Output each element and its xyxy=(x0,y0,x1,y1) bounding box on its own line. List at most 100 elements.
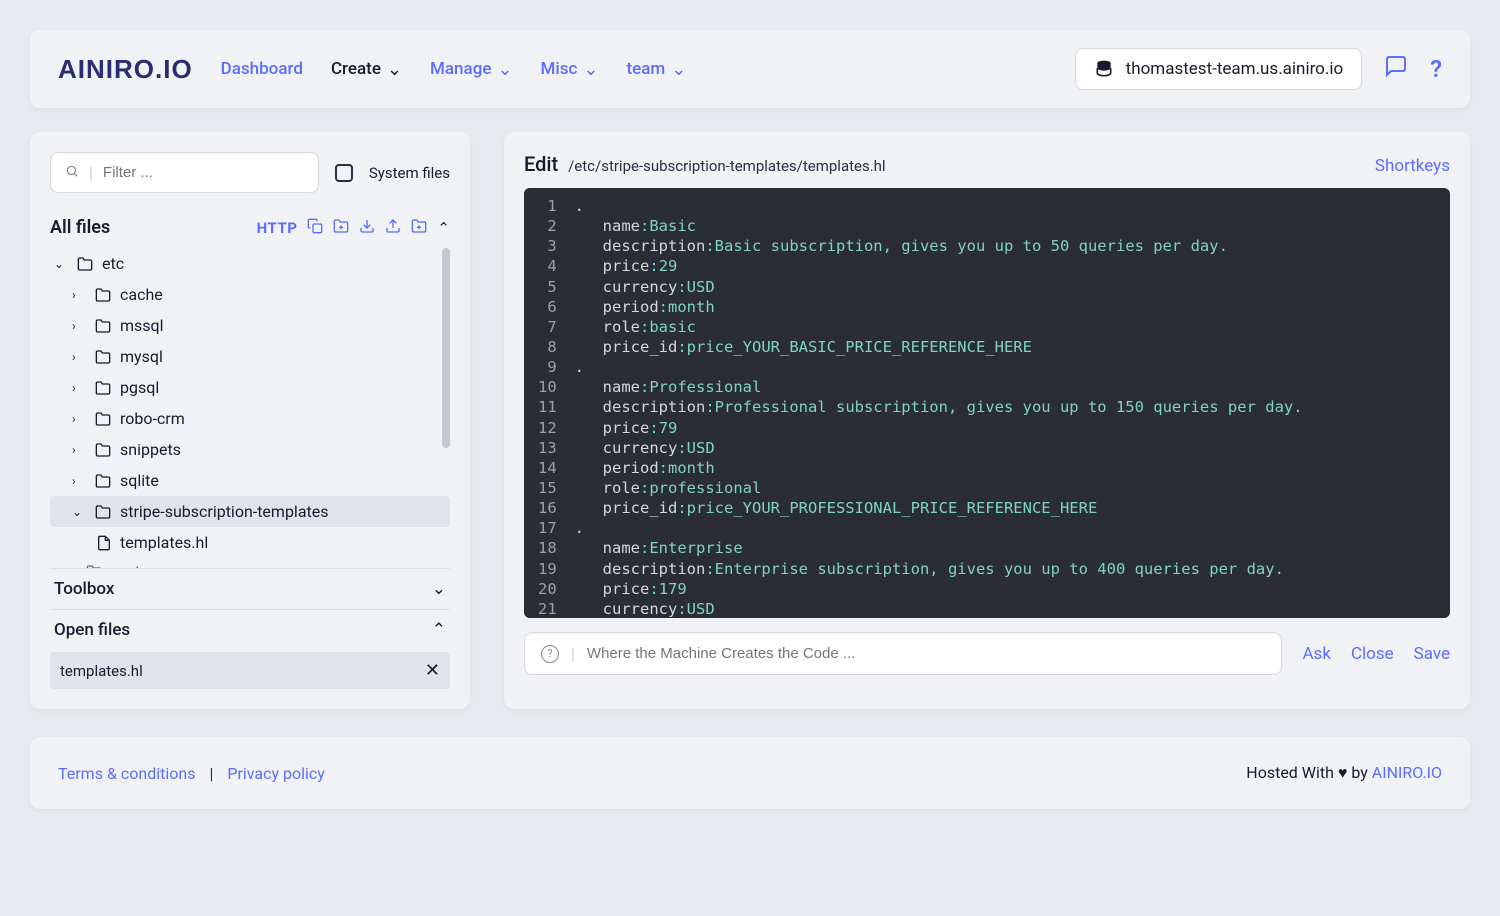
tree-folder-system-truncated[interactable]: › system xyxy=(50,558,450,568)
top-nav: Dashboard Create Manage Misc team xyxy=(221,59,1047,79)
folder-icon xyxy=(94,318,112,334)
tree-scrollbar[interactable] xyxy=(442,248,450,448)
nav-misc-label: Misc xyxy=(541,59,578,79)
nav-team[interactable]: team xyxy=(626,59,686,79)
nav-manage[interactable]: Manage xyxy=(430,59,513,79)
nav-misc[interactable]: Misc xyxy=(541,59,599,79)
filter-input-wrap[interactable]: | xyxy=(50,152,319,193)
new-folder-icon[interactable] xyxy=(333,218,349,238)
chevron-right-icon: › xyxy=(72,562,77,568)
toolbox-section[interactable]: Toolbox ⌄ xyxy=(50,568,450,609)
nav-create-label: Create xyxy=(331,59,381,79)
code-editor[interactable]: 1 2 3 4 5 6 7 8 9 10 11 12 13 14 15 16 1… xyxy=(524,188,1450,618)
chevron-right-icon: › xyxy=(72,350,86,364)
prompt-input[interactable] xyxy=(587,645,1266,662)
filter-row: | System files xyxy=(50,152,450,193)
tree-label: system xyxy=(111,562,163,568)
tree-label: cache xyxy=(120,285,163,304)
open-files-label: Open files xyxy=(54,620,130,640)
prompt-divider: | xyxy=(571,644,575,663)
folder-icon xyxy=(94,380,112,396)
tree-folder-pgsql[interactable]: › pgsql xyxy=(50,372,450,403)
footer: Terms & conditions | Privacy policy Host… xyxy=(30,737,1470,809)
header-right: thomastest-team.us.ainiro.io ? xyxy=(1075,48,1442,90)
tree-folder-mssql[interactable]: › mssql xyxy=(50,310,450,341)
open-file-item[interactable]: templates.hl ✕ xyxy=(50,652,450,689)
folder-icon xyxy=(94,473,112,489)
toolbox-label: Toolbox xyxy=(54,579,114,599)
chevron-right-icon: › xyxy=(72,412,86,426)
files-header: All files HTTP ⌃ xyxy=(50,211,450,248)
upload-icon[interactable] xyxy=(385,218,401,238)
ask-button[interactable]: Ask xyxy=(1302,644,1330,664)
tree-folder-robo-crm[interactable]: › robo-crm xyxy=(50,403,450,434)
chat-icon[interactable] xyxy=(1384,54,1408,84)
files-actions: HTTP ⌃ xyxy=(257,218,450,238)
tree-label: etc xyxy=(102,254,124,273)
open-file-name: templates.hl xyxy=(60,662,143,680)
prompt-input-wrap[interactable]: ? | xyxy=(524,632,1282,675)
header-bar: AINIRO.IO Dashboard Create Manage Misc t… xyxy=(30,30,1470,108)
system-files-checkbox[interactable] xyxy=(335,164,353,182)
heart-icon: ♥ xyxy=(1338,763,1348,782)
tree-folder-stripe-templates[interactable]: ⌄ stripe-subscription-templates xyxy=(50,496,450,527)
filter-input[interactable] xyxy=(103,164,304,181)
chevron-right-icon: › xyxy=(72,288,86,302)
filter-divider: | xyxy=(89,163,93,182)
new-file-icon[interactable] xyxy=(411,218,427,238)
hosted-prefix: Hosted With xyxy=(1246,763,1338,782)
tree-label: stripe-subscription-templates xyxy=(120,502,329,521)
close-icon[interactable]: ✕ xyxy=(425,660,440,681)
line-gutter: 1 2 3 4 5 6 7 8 9 10 11 12 13 14 15 16 1… xyxy=(524,188,565,618)
search-icon xyxy=(65,164,79,182)
folder-icon xyxy=(94,442,112,458)
copy-icon[interactable] xyxy=(307,218,323,238)
terms-link[interactable]: Terms & conditions xyxy=(58,764,195,783)
folder-icon xyxy=(94,287,112,303)
editor-panel: Edit /etc/stripe-subscription-templates/… xyxy=(504,132,1470,709)
tree-label: robo-crm xyxy=(120,409,185,428)
tree-label: sqlite xyxy=(120,471,159,490)
help-circle-icon: ? xyxy=(541,645,559,663)
chevron-down-icon: ⌄ xyxy=(72,505,86,519)
tree-folder-mysql[interactable]: › mysql xyxy=(50,341,450,372)
chevron-right-icon: › xyxy=(72,381,86,395)
folder-icon xyxy=(85,564,103,569)
chevron-down-icon: ⌄ xyxy=(54,257,68,271)
nav-dashboard[interactable]: Dashboard xyxy=(221,59,303,79)
tree-folder-cache[interactable]: › cache xyxy=(50,279,450,310)
footer-brand[interactable]: AINIRO.IO xyxy=(1372,763,1442,782)
open-files-section[interactable]: Open files ⌃ xyxy=(50,609,450,650)
privacy-link[interactable]: Privacy policy xyxy=(227,764,325,783)
footer-links: Terms & conditions | Privacy policy xyxy=(58,764,325,783)
file-tree: ⌄ etc › cache › mssql › mysql › xyxy=(50,248,450,568)
edit-label: Edit xyxy=(524,152,558,176)
team-host-box[interactable]: thomastest-team.us.ainiro.io xyxy=(1075,48,1363,90)
tree-folder-etc[interactable]: ⌄ etc xyxy=(50,248,450,279)
shortkeys-link[interactable]: Shortkeys xyxy=(1375,156,1450,176)
code-content[interactable]: . name:Basic description:Basic subscript… xyxy=(565,188,1450,618)
help-icon[interactable]: ? xyxy=(1430,55,1442,83)
save-button[interactable]: Save xyxy=(1414,644,1450,664)
tree-folder-sqlite[interactable]: › sqlite xyxy=(50,465,450,496)
download-icon[interactable] xyxy=(359,218,375,238)
chevron-right-icon: › xyxy=(72,319,86,333)
database-icon xyxy=(1094,59,1114,79)
hosted-by: by xyxy=(1347,763,1371,782)
tree-file-templates-hl[interactable]: templates.hl xyxy=(50,527,450,558)
tree-folder-snippets[interactable]: › snippets xyxy=(50,434,450,465)
chevron-right-icon: › xyxy=(72,443,86,457)
editor-header: Edit /etc/stripe-subscription-templates/… xyxy=(524,152,1450,176)
http-badge-icon[interactable]: HTTP xyxy=(257,219,298,237)
main-area: | System files All files HTTP ⌃ ⌄ xyxy=(30,132,1470,709)
team-host-label: thomastest-team.us.ainiro.io xyxy=(1126,59,1344,79)
footer-credit: Hosted With ♥ by AINIRO.IO xyxy=(1246,763,1442,783)
close-button[interactable]: Close xyxy=(1351,644,1394,664)
logo: AINIRO.IO xyxy=(58,54,193,85)
footer-separator: | xyxy=(209,764,213,783)
collapse-all-icon[interactable]: ⌃ xyxy=(437,219,450,237)
chevron-right-icon: › xyxy=(72,474,86,488)
tree-label: mssql xyxy=(120,316,164,335)
nav-create[interactable]: Create xyxy=(331,59,402,79)
chevron-up-icon: ⌃ xyxy=(432,620,446,640)
